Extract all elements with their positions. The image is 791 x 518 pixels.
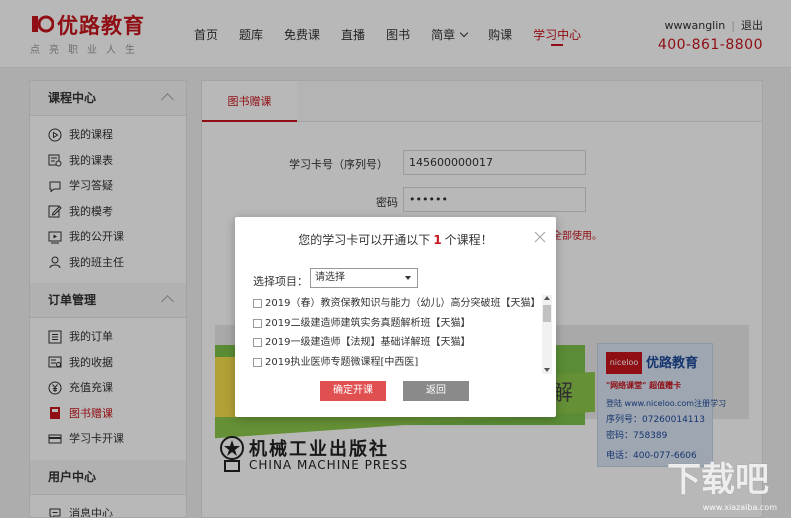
dialog-title: 您的学习卡可以开通以下 1 个课程！ [235,231,556,248]
course-list-item[interactable]: 2019一级建造师【法规】基础详解班【天猫】 [253,333,555,353]
project-select[interactable]: 请选择 [310,268,418,288]
back-button[interactable]: 返回 [403,381,469,401]
scroll-down-arrow-icon[interactable] [544,368,550,372]
dropdown-arrow-icon [405,276,411,280]
dialog-title-prefix: 您的学习卡可以开通以下 [298,233,431,247]
open-course-dialog: 您的学习卡可以开通以下 1 个课程！ 选择项目： 请选择 2019（春）教资保教知识… [235,217,556,417]
course-name: 2019执业医师专题微课程[中西医] [265,356,419,368]
watermark-text: 下载吧 [667,460,769,500]
dialog-title-suffix: 个课程！ [444,233,493,247]
course-name: 2019一级建造师【法规】基础详解班【天猫】 [265,337,471,348]
course-checkbox[interactable] [253,357,262,367]
course-name: 2019（春）教资保教知识与能力（幼儿）高分突破班【天猫】 [265,298,541,309]
project-select-value: 请选择 [315,272,345,283]
course-list: 2019（春）教资保教知识与能力（幼儿）高分突破班【天猫】 2019二级建造师建… [253,294,555,372]
confirm-open-course-button[interactable]: 确定开课 [320,381,386,401]
course-list-item[interactable]: 2019（春）教资保教知识与能力（幼儿）高分突破班【天猫】 [253,294,555,314]
close-icon[interactable] [534,231,546,243]
scroll-thumb[interactable] [543,305,551,322]
course-checkbox[interactable] [253,338,262,348]
scroll-up-arrow-icon[interactable] [544,296,550,300]
project-select-label: 选择项目： [253,275,308,288]
watermark-url: www.xiazaiba.com [702,503,777,512]
course-list-item[interactable]: 2019执业医师专题微课程[中西医] [253,353,555,373]
course-name: 2019二级建造师建筑实务真题解析班【天猫】 [265,317,471,329]
course-checkbox[interactable] [253,318,262,328]
course-list-scrollbar[interactable] [542,295,552,374]
course-count: 1 [433,233,442,247]
watermark: 下载吧 www.xiazaiba.com [667,452,777,512]
course-list-item[interactable]: 2019二级建造师建筑实务真题解析班【天猫】 [253,314,555,334]
course-checkbox[interactable] [253,299,262,309]
